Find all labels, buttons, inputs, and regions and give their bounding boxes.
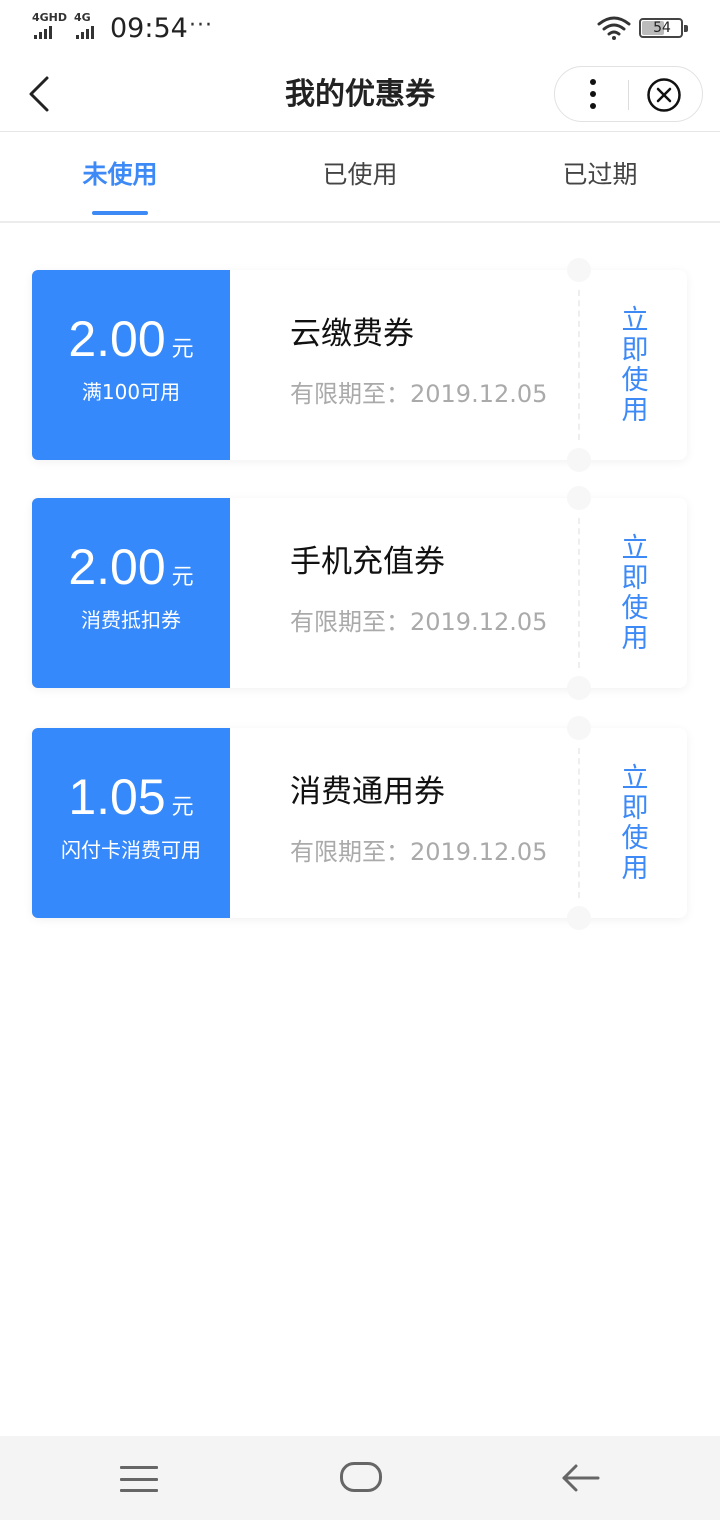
use-now-label: 立即使用 xyxy=(616,763,648,883)
signal-1-icon xyxy=(34,26,52,39)
coupon-condition: 满100可用 xyxy=(81,380,181,404)
back-arrow-icon[interactable] xyxy=(560,1460,600,1496)
use-now-label: 立即使用 xyxy=(616,533,648,653)
coupon-amount: 2.00 元 xyxy=(32,538,230,596)
use-now-label: 立即使用 xyxy=(616,305,648,425)
coupon-amount-unit: 元 xyxy=(171,337,194,362)
coupon-card: 1.05 元 闪付卡消费可用 消费通用券 有限期至：2019.12.05 立即使用 xyxy=(32,716,687,930)
coupon-value-panel: 2.00 元 消费抵扣券 xyxy=(32,498,230,688)
ticket-notch xyxy=(567,716,591,740)
ticket-notch xyxy=(567,676,591,700)
home-icon[interactable] xyxy=(340,1462,382,1492)
ticket-notch xyxy=(567,448,591,472)
coupon-name: 手机充值券 xyxy=(290,544,445,580)
coupon-amount-value: 2.00 xyxy=(68,539,166,595)
wifi-icon xyxy=(597,16,631,40)
coupon-name: 云缴费券 xyxy=(290,316,414,352)
battery-level: 54 xyxy=(653,20,671,36)
signal-2-icon xyxy=(76,26,94,39)
ticket-divider xyxy=(578,518,580,668)
coupon-amount: 2.00 元 xyxy=(32,310,230,368)
system-navigation-bar xyxy=(0,1436,720,1520)
menu-icon[interactable] xyxy=(120,1466,158,1492)
tab-used[interactable]: 已使用 xyxy=(240,133,480,221)
ticket-notch xyxy=(567,258,591,282)
coupon-expiry: 有限期至：2019.12.05 xyxy=(290,608,548,636)
coupon-amount: 1.05 元 xyxy=(32,768,230,826)
coupon-amount-unit: 元 xyxy=(171,795,194,820)
more-notifications-icon: ··· xyxy=(189,13,213,38)
coupon-expiry: 有限期至：2019.12.05 xyxy=(290,380,548,408)
tab-expired[interactable]: 已过期 xyxy=(480,133,720,221)
ticket-divider xyxy=(578,290,580,440)
coupon-amount-unit: 元 xyxy=(171,565,194,590)
coupon-condition: 闪付卡消费可用 xyxy=(61,838,201,862)
coupon-tabs: 未使用 已使用 已过期 xyxy=(0,133,720,223)
ticket-divider xyxy=(578,748,580,898)
capsule-divider xyxy=(628,80,629,110)
coupon-value-panel: 2.00 元 满100可用 xyxy=(32,270,230,460)
coupon-card: 2.00 元 消费抵扣券 手机充值券 有限期至：2019.12.05 立即使用 xyxy=(32,486,687,700)
coupon-amount-value: 2.00 xyxy=(68,311,166,367)
mini-program-capsule xyxy=(554,66,703,122)
battery-icon: 54 xyxy=(639,18,688,38)
more-vertical-icon[interactable] xyxy=(575,75,611,113)
tab-unused[interactable]: 未使用 xyxy=(0,133,240,221)
close-circle-icon[interactable] xyxy=(646,77,682,113)
use-now-button[interactable]: 立即使用 xyxy=(602,290,662,440)
ticket-notch xyxy=(567,486,591,510)
tab-expired-label: 已过期 xyxy=(562,160,638,189)
coupon-condition: 消费抵扣券 xyxy=(81,608,181,632)
use-now-button[interactable]: 立即使用 xyxy=(602,748,662,898)
status-bar: 4GHD 4G 09:54 ··· 54 xyxy=(0,0,720,58)
coupon-amount-value: 1.05 xyxy=(68,769,166,825)
tab-used-label: 已使用 xyxy=(322,160,398,189)
coupon-card: 2.00 元 满100可用 云缴费券 有限期至：2019.12.05 立即使用 xyxy=(32,258,687,472)
clock: 09:54 xyxy=(110,13,188,44)
coupon-expiry: 有限期至：2019.12.05 xyxy=(290,838,548,866)
navigation-bar: 我的优惠券 xyxy=(0,58,720,132)
signal-2-label: 4G xyxy=(74,11,91,24)
signal-1-label: 4GHD xyxy=(32,11,68,24)
coupon-name: 消费通用券 xyxy=(290,774,445,810)
tab-unused-label: 未使用 xyxy=(82,160,158,189)
ticket-notch xyxy=(567,906,591,930)
coupon-value-panel: 1.05 元 闪付卡消费可用 xyxy=(32,728,230,918)
active-tab-indicator xyxy=(92,211,148,215)
use-now-button[interactable]: 立即使用 xyxy=(602,518,662,668)
